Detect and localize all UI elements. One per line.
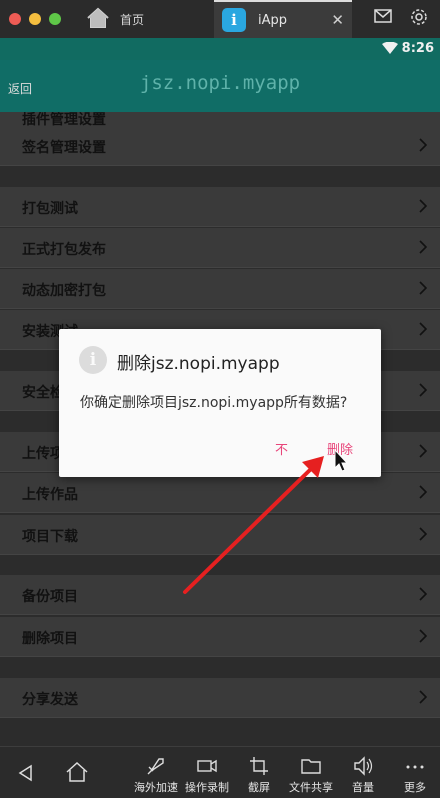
chevron-right-icon — [418, 382, 428, 402]
tab-home-label: 首页 — [120, 12, 145, 27]
list-item-label: 备份项目 — [22, 589, 78, 605]
nav-home-button[interactable] — [62, 747, 92, 798]
bottom-toolbar: 海外加速 操作录制 截屏 文件共享 音量 更多 — [0, 746, 440, 798]
chevron-right-icon — [418, 321, 428, 341]
dialog-message: 你确定删除项目jsz.nopi.myapp所有数据? — [80, 395, 348, 411]
tab-iapp-label: iApp — [258, 12, 288, 28]
chevron-right-icon — [418, 586, 428, 606]
chevron-right-icon — [418, 526, 428, 546]
video-camera-icon — [197, 759, 217, 773]
chevron-right-icon — [418, 443, 428, 463]
list-item-release-package[interactable]: 正式打包发布 — [0, 228, 440, 268]
list-item-package-test[interactable]: 打包测试 — [0, 187, 440, 227]
wifi-icon — [382, 41, 398, 58]
toolbar-record[interactable]: 操作录制 — [182, 747, 232, 798]
info-icon: i — [79, 346, 107, 374]
home-icon — [86, 7, 110, 32]
list-item-backup-project[interactable]: 备份项目 — [0, 575, 440, 615]
list-item-label: 删除项目 — [22, 631, 78, 647]
list-item-label: 正式打包发布 — [22, 242, 106, 258]
chevron-right-icon — [418, 628, 428, 648]
status-time: 8:26 — [401, 41, 434, 56]
close-tab-icon[interactable]: ✕ — [331, 11, 344, 29]
list-item-share[interactable]: 分享发送 — [0, 678, 440, 718]
chevron-right-icon — [418, 689, 428, 709]
mail-icon[interactable] — [374, 8, 392, 30]
crop-icon — [250, 757, 268, 775]
app-bar: 返回 jsz.nopi.myapp — [0, 60, 440, 112]
gear-icon[interactable] — [410, 8, 428, 30]
more-icon — [406, 765, 424, 769]
list-item-label: 签名管理设置 — [22, 140, 106, 156]
list-item-delete-project[interactable]: 删除项目 — [0, 617, 440, 657]
tab-home[interactable]: 首页 — [80, 0, 214, 38]
confirm-delete-button[interactable]: 删除 — [327, 439, 353, 458]
close-window-button[interactable] — [9, 13, 21, 25]
iapp-icon: i — [222, 8, 246, 32]
list-item-label: 打包测试 — [22, 201, 78, 217]
cancel-button[interactable]: 不 — [275, 439, 288, 458]
chevron-right-icon — [418, 137, 428, 157]
volume-icon — [354, 756, 373, 776]
home-outline-icon — [66, 761, 88, 782]
chevron-right-icon — [418, 484, 428, 504]
delete-confirm-dialog: i 删除jsz.nopi.myapp 你确定删除项目jsz.nopi.myapp… — [59, 329, 381, 477]
list-item-label: 项目下载 — [22, 529, 78, 545]
folder-icon — [301, 759, 321, 774]
dialog-title: 删除jsz.nopi.myapp — [117, 354, 280, 374]
list-item-label: 上传作品 — [22, 487, 78, 503]
status-bar: 8:26 — [0, 38, 440, 60]
nav-back-button[interactable] — [12, 747, 40, 798]
list-item-label: 动态加密打包 — [22, 283, 106, 299]
toolbar-more[interactable]: 更多 — [398, 747, 432, 798]
rocket-icon — [147, 758, 164, 775]
maximize-window-button[interactable] — [49, 13, 61, 25]
toolbar-overseas-accel[interactable]: 海外加速 — [130, 747, 182, 798]
list-item-upload-work[interactable]: 上传作品 — [0, 473, 440, 513]
list-item-project-download[interactable]: 项目下载 — [0, 515, 440, 555]
chevron-right-icon — [418, 239, 428, 259]
triangle-back-icon — [18, 764, 32, 782]
list-item-label: 分享发送 — [22, 692, 78, 708]
toolbar-file-share[interactable]: 文件共享 — [286, 747, 336, 798]
chevron-right-icon — [418, 198, 428, 218]
window-controls — [0, 13, 72, 25]
page-title: jsz.nopi.myapp — [139, 72, 301, 94]
list-item-signature-settings[interactable]: 签名管理设置 — [0, 126, 440, 166]
toolbar-volume[interactable]: 音量 — [346, 747, 380, 798]
tab-iapp[interactable]: i iApp ✕ — [214, 0, 352, 38]
list-item-encrypt-package[interactable]: 动态加密打包 — [0, 269, 440, 309]
chevron-right-icon — [418, 280, 428, 300]
toolbar-screenshot[interactable]: 截屏 — [240, 747, 278, 798]
titlebar-actions — [374, 8, 428, 30]
minimize-window-button[interactable] — [29, 13, 41, 25]
